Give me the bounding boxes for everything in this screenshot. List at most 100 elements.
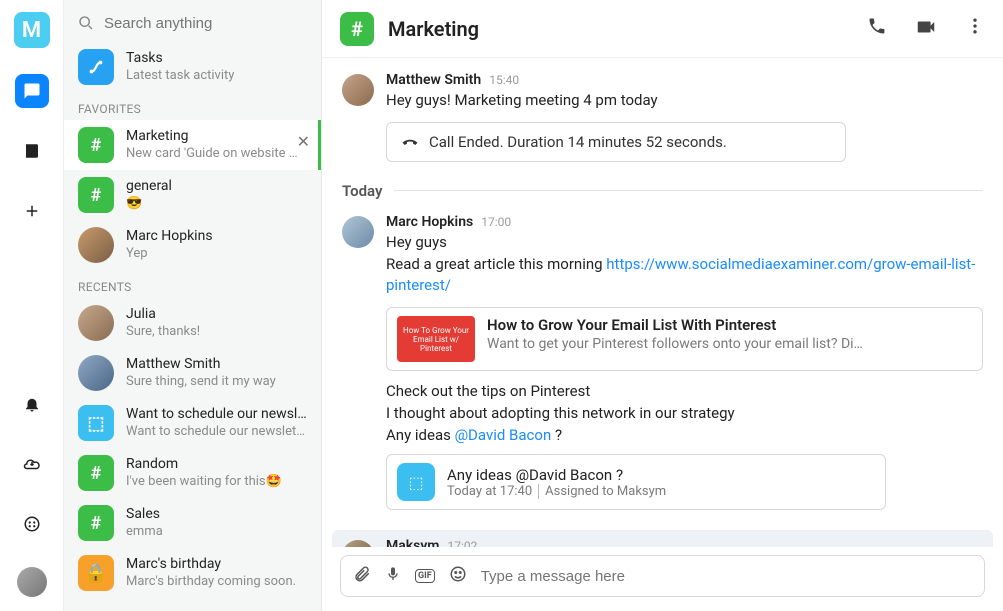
message-selected: Maksym17:02 Hm..we've already discussed … [332, 530, 993, 547]
message: Marc Hopkins 17:00 Hey guys Read a great … [342, 214, 983, 519]
search-icon [78, 14, 94, 32]
sidebar-item-icon [78, 227, 114, 263]
call-ended-icon [401, 133, 419, 151]
main-panel: # Marketing Matthew Smith 15:40 Hey guys!… [322, 0, 1003, 611]
sidebar-item-icon: ⬚ [78, 405, 114, 441]
message: Matthew Smith 15:40 Hey guys! Marketing m… [342, 72, 983, 168]
video-icon[interactable] [915, 16, 937, 42]
sidebar-item-title: Sales [126, 506, 163, 524]
sidebar-item[interactable]: 🔒 Marc's birthdayMarc's birthday coming s… [64, 548, 321, 598]
gif-icon[interactable]: GIF [415, 569, 435, 583]
channel-icon: # [340, 12, 374, 46]
composer-input[interactable] [481, 568, 972, 585]
sidebar-item-title: Want to schedule our newsl… [126, 406, 307, 424]
message-author[interactable]: Matthew Smith [386, 72, 481, 88]
search-input[interactable] [104, 15, 307, 32]
mic-icon[interactable] [385, 566, 401, 586]
nav-rail: M [0, 0, 64, 611]
day-separator: Today [342, 182, 983, 200]
sidebar-item-subtitle: Want to schedule our newslet… [126, 424, 307, 440]
close-icon[interactable]: ✕ [297, 132, 310, 151]
sidebar-item-subtitle: Marc's birthday coming soon. [126, 574, 296, 590]
emoji-icon[interactable] [449, 565, 467, 587]
message-time: 17:02 [447, 539, 477, 547]
sidebar-item-title: Marc's birthday [126, 556, 296, 574]
sidebar-item-title: Marketing [126, 128, 304, 146]
message-body: Any ideas @David Bacon ? [386, 425, 983, 447]
message-author[interactable]: Marc Hopkins [386, 214, 473, 230]
sidebar-item[interactable]: # RandomI've been waiting for this🤩 [64, 448, 321, 498]
sidebar-item[interactable]: ⬚ Want to schedule our newsl…Want to sche… [64, 398, 321, 448]
message-body: Hey guys [386, 232, 983, 254]
sidebar-item-title: Matthew Smith [126, 356, 276, 374]
sidebar-item-title: Julia [126, 306, 200, 324]
task-title: Any ideas @David Bacon ? [447, 466, 666, 484]
avatar[interactable] [342, 540, 374, 547]
task-subtitle: Today at 17:40Assigned to Maksym [447, 484, 666, 499]
message-time: 17:00 [481, 215, 511, 229]
channel-header: # Marketing [322, 0, 1003, 58]
sidebar-item-subtitle: Yep [126, 246, 213, 262]
more-icon[interactable] [965, 16, 985, 42]
message-time: 15:40 [489, 73, 519, 87]
sidebar-item-title: Random [126, 456, 282, 474]
nav-chat-icon[interactable] [15, 74, 49, 108]
call-ended-card[interactable]: Call Ended. Duration 14 minutes 52 secon… [386, 122, 846, 162]
sidebar-item-icon: # [78, 127, 114, 163]
sidebar-item-subtitle: I've been waiting for this🤩 [126, 474, 282, 490]
nav-add-icon[interactable] [15, 194, 49, 228]
sidebar-item-icon [78, 355, 114, 391]
mention[interactable]: @David Bacon [455, 426, 552, 444]
sidebar-item-subtitle: Sure, thanks! [126, 324, 200, 340]
message-author[interactable]: Maksym [386, 538, 439, 547]
attach-icon[interactable] [353, 565, 371, 587]
sidebar-item[interactable]: JuliaSure, thanks! [64, 298, 321, 348]
search-bar[interactable] [64, 0, 321, 42]
sidebar-item-subtitle: New card 'Guide on website o… [126, 146, 304, 162]
composer[interactable]: GIF [340, 555, 985, 597]
sidebar-item[interactable]: # Salesemma [64, 498, 321, 548]
link-preview-card[interactable]: How To Grow Your Email List w/ Pinterest… [386, 307, 983, 371]
sidebar-item[interactable]: Matthew SmithSure thing, send it my way [64, 348, 321, 398]
call-ended-text: Call Ended. Duration 14 minutes 52 secon… [429, 133, 727, 151]
sidebar-item-icon [78, 305, 114, 341]
chat-area: Matthew Smith 15:40 Hey guys! Marketing m… [322, 58, 1003, 547]
user-avatar[interactable] [17, 567, 47, 597]
message-body: I thought about adopting this network in… [386, 403, 983, 425]
link-title: How to Grow Your Email List With Pintere… [487, 316, 972, 336]
task-icon: ⬚ [397, 463, 435, 501]
sidebar-item-tasks[interactable]: TasksLatest task activity [64, 42, 321, 92]
sidebar-item[interactable]: # MarketingNew card 'Guide on website o…✕ [64, 120, 321, 170]
sidebar-item-subtitle: 😎 [126, 196, 172, 212]
sidebar-item[interactable]: # general😎 [64, 170, 321, 220]
nav-download-icon[interactable] [15, 447, 49, 481]
avatar[interactable] [342, 74, 374, 106]
sidebar-item-subtitle: Sure thing, send it my way [126, 374, 276, 390]
sidebar-item-icon: # [78, 177, 114, 213]
sidebar-item[interactable]: Marc HopkinsYep [64, 220, 321, 270]
call-icon[interactable] [867, 16, 887, 42]
tasks-icon [78, 49, 114, 85]
task-card[interactable]: ⬚ Any ideas @David Bacon ?Today at 17:40… [386, 454, 886, 510]
sidebar-item-title: general [126, 178, 172, 196]
nav-bell-icon[interactable] [15, 387, 49, 421]
message-body: Read a great article this morning https:… [386, 254, 983, 298]
sidebar-item-icon: 🔒 [78, 555, 114, 591]
message-body: Check out the tips on Pinterest [386, 381, 983, 403]
nav-apps-icon[interactable] [15, 507, 49, 541]
link-thumb: How To Grow Your Email List w/ Pinterest [397, 316, 475, 362]
nav-contacts-icon[interactable] [15, 134, 49, 168]
sidebar-item-subtitle: emma [126, 524, 163, 540]
sidebar-item-title: Marc Hopkins [126, 228, 213, 246]
favorites-heading: FAVORITES [64, 92, 321, 120]
recents-heading: RECENTS [64, 270, 321, 298]
tasks-title: Tasks [126, 50, 234, 68]
avatar[interactable] [342, 216, 374, 248]
link-subtitle: Want to get your Pinterest followers ont… [487, 336, 972, 352]
tasks-subtitle: Latest task activity [126, 68, 234, 84]
sidebar-item-icon: # [78, 505, 114, 541]
app-logo[interactable]: M [14, 12, 50, 48]
message-body: Hey guys! Marketing meeting 4 pm today [386, 90, 983, 112]
channel-title: Marketing [388, 17, 479, 41]
sidebar-item-icon: # [78, 455, 114, 491]
